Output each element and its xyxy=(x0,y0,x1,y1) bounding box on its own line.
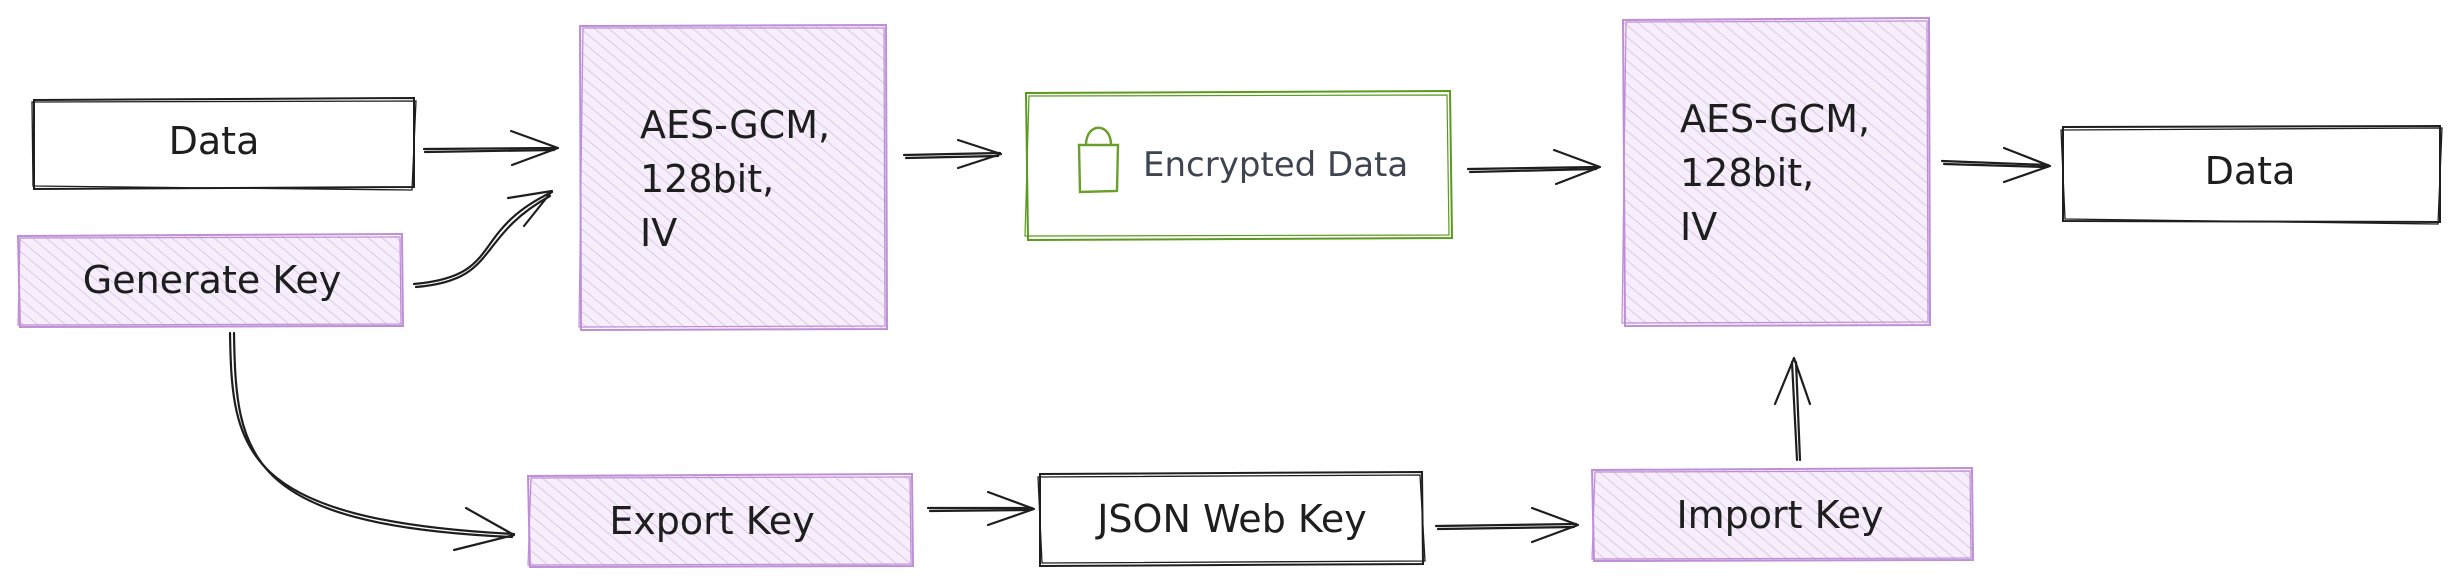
export-key-label: Export Key xyxy=(609,499,814,543)
generate-key-label: Generate Key xyxy=(83,258,341,302)
import-key-label: Import Key xyxy=(1676,493,1883,537)
arrow-jwk-to-import xyxy=(1434,506,1580,544)
json-web-key-box: JSON Web Key xyxy=(1037,470,1426,568)
lock-icon xyxy=(1077,126,1120,194)
import-key-box: Import Key xyxy=(1590,466,1975,563)
arrow-encrypt-to-encrypted xyxy=(902,138,1003,170)
data-input-box: Data xyxy=(31,96,417,191)
arrow-genkey-to-encrypt xyxy=(412,189,554,289)
decrypt-aes-gcm-box: AES-GCM, 128bit, IV xyxy=(1621,16,1932,328)
arrow-decrypt-to-data xyxy=(1940,146,2052,184)
flow-diagram: Data Generate Key AES-GCM, 128bit, IV En… xyxy=(16,16,2443,569)
decrypt-line-2: 128bit, xyxy=(1680,151,1814,195)
arrow-genkey-to-export xyxy=(228,331,516,552)
arrow-encrypted-to-decrypt xyxy=(1466,148,1602,186)
encrypt-line-2: 128bit, xyxy=(640,157,774,201)
encrypt-aes-gcm-box: AES-GCM, 128bit, IV xyxy=(578,23,889,332)
encrypt-line-1: AES-GCM, xyxy=(640,103,830,147)
decrypt-line-3: IV xyxy=(1680,205,1717,249)
generate-key-box: Generate Key xyxy=(16,232,405,329)
decrypt-line-1: AES-GCM, xyxy=(1680,97,1870,141)
encrypt-line-3: IV xyxy=(640,211,677,255)
data-output-label: Data xyxy=(2205,149,2296,193)
json-web-key-label: JSON Web Key xyxy=(1095,497,1367,541)
encrypted-data-box: Encrypted Data xyxy=(1024,89,1454,242)
data-input-label: Data xyxy=(169,119,260,163)
encrypted-data-label: Encrypted Data xyxy=(1143,145,1408,185)
arrow-export-to-jwk xyxy=(926,490,1036,527)
arrow-import-to-decrypt xyxy=(1773,356,1812,462)
export-key-box: Export Key xyxy=(526,472,915,569)
arrow-data-to-encrypt xyxy=(422,129,560,167)
data-output-box: Data xyxy=(2060,124,2443,225)
